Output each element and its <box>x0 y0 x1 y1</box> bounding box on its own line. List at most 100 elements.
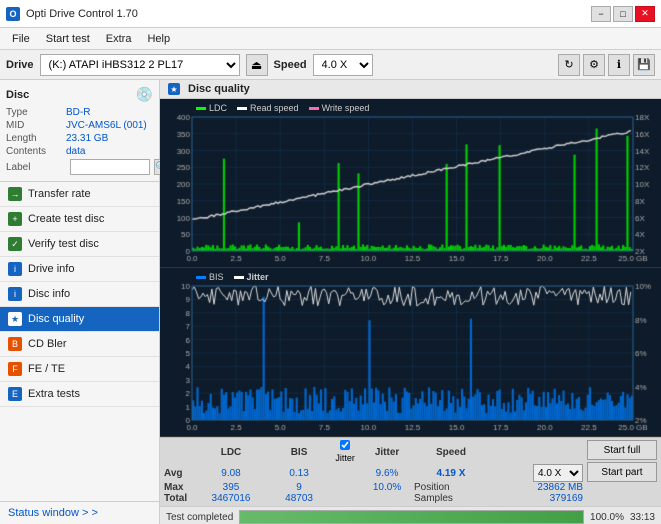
sidebar-item-disc-quality[interactable]: ★ Disc quality <box>0 307 159 332</box>
disc-contents-row: Contents data <box>6 146 153 157</box>
panel-header: ★ Disc quality <box>160 80 661 99</box>
bis-legend-label: BIS <box>209 272 224 282</box>
fe-te-icon: F <box>8 362 22 376</box>
start-full-button[interactable]: Start full <box>587 440 657 460</box>
stats-container: LDC BIS Jitter Jitter Speed Avg 9.08 0.1… <box>160 437 661 506</box>
content-area: ★ Disc quality LDC Read speed <box>160 80 661 524</box>
stats-total-bis: 48703 <box>268 493 330 504</box>
titlebar-controls: − □ ✕ <box>591 6 655 22</box>
disc-panel: Disc 💿 Type BD-R MID JVC-AMS6L (001) Len… <box>0 80 159 182</box>
start-buttons: Start full Start part <box>587 440 657 504</box>
drive-select[interactable]: (K:) ATAPI iHBS312 2 PL17 <box>40 54 240 76</box>
disc-quality-icon: ★ <box>8 312 22 326</box>
sidebar-item-cd-bler[interactable]: B CD Bler <box>0 332 159 357</box>
sidebar-item-create-test-disc-label: Create test disc <box>28 213 104 225</box>
stats-speed-col: Speed <box>414 440 488 464</box>
status-window-button[interactable]: Status window > > <box>0 501 159 524</box>
disc-type-row: Type BD-R <box>6 107 153 118</box>
ldc-chart-container: LDC Read speed Write speed <box>160 99 661 268</box>
disc-length-value: 23.31 GB <box>66 133 108 144</box>
menu-start-test[interactable]: Start test <box>38 31 98 47</box>
save-button[interactable]: 💾 <box>633 54 655 76</box>
progress-time: 33:13 <box>630 512 655 523</box>
maximize-button[interactable]: □ <box>613 6 633 22</box>
stats-max-jitter: 10.0% <box>360 482 414 493</box>
ldc-chart-canvas <box>160 99 661 267</box>
progress-bar-container: Test completed 100.0% 33:13 <box>160 506 661 524</box>
drive-icon-buttons: ↻ ⚙ ℹ 💾 <box>558 54 655 76</box>
disc-label-input[interactable] <box>70 159 150 175</box>
disc-mid-label: MID <box>6 120 66 131</box>
progress-percent: 100.0% <box>590 512 624 523</box>
sidebar-item-fe-te[interactable]: F FE / TE <box>0 357 159 382</box>
disc-icon: 💿 <box>136 86 153 103</box>
stats-position-label: Position <box>414 482 488 493</box>
read-legend-label: Read speed <box>250 103 299 113</box>
start-part-button[interactable]: Start part <box>587 462 657 482</box>
menu-file[interactable]: File <box>4 31 38 47</box>
menu-extra[interactable]: Extra <box>98 31 140 47</box>
drive-info-icon: i <box>8 262 22 276</box>
sidebar-item-extra-tests[interactable]: E Extra tests <box>0 382 159 407</box>
sidebar: Disc 💿 Type BD-R MID JVC-AMS6L (001) Len… <box>0 80 160 524</box>
extra-tests-icon: E <box>8 387 22 401</box>
verify-test-disc-icon: ✓ <box>8 237 22 251</box>
sidebar-item-cd-bler-label: CD Bler <box>28 338 67 350</box>
stats-avg-label: Avg <box>164 464 194 482</box>
titlebar-left: O Opti Drive Control 1.70 <box>6 7 138 21</box>
bis-legend: BIS Jitter <box>190 270 275 284</box>
stats-avg-bis: 0.13 <box>268 464 330 482</box>
sidebar-item-create-test-disc[interactable]: + Create test disc <box>0 207 159 232</box>
info-button[interactable]: ℹ <box>608 54 630 76</box>
disc-length-label: Length <box>6 133 66 144</box>
stats-total-ldc: 3467016 <box>194 493 268 504</box>
main-layout: Disc 💿 Type BD-R MID JVC-AMS6L (001) Len… <box>0 80 661 524</box>
app-icon: O <box>6 7 20 21</box>
disc-info: Type BD-R MID JVC-AMS6L (001) Length 23.… <box>6 107 153 175</box>
eject-button[interactable]: ⏏ <box>246 54 268 76</box>
refresh-button[interactable]: ↻ <box>558 54 580 76</box>
disc-contents-label: Contents <box>6 146 66 157</box>
stats-max-bis: 9 <box>268 482 330 493</box>
ldc-legend: LDC Read speed Write speed <box>190 101 375 115</box>
stats-avg-ldc: 9.08 <box>194 464 268 482</box>
disc-label-row: Label 🔍 <box>6 159 153 175</box>
sidebar-item-verify-test-disc-label: Verify test disc <box>28 238 99 250</box>
menu-help[interactable]: Help <box>139 31 178 47</box>
disc-title: Disc <box>6 89 29 101</box>
config-button[interactable]: ⚙ <box>583 54 605 76</box>
minimize-button[interactable]: − <box>591 6 611 22</box>
disc-header: Disc 💿 <box>6 86 153 103</box>
sidebar-item-drive-info-label: Drive info <box>28 263 74 275</box>
sidebar-item-transfer-rate[interactable]: → Transfer rate <box>0 182 159 207</box>
cd-bler-icon: B <box>8 337 22 351</box>
speed-select-stats[interactable]: 4.0 X <box>533 464 583 482</box>
stats-position-value: 23862 MB <box>488 482 583 493</box>
drive-label: Drive <box>6 59 34 71</box>
panel-title: Disc quality <box>188 83 250 95</box>
stats-bis-header: BIS <box>268 440 330 464</box>
sidebar-item-disc-info-label: Disc info <box>28 288 70 300</box>
speed-label: Speed <box>274 59 307 71</box>
jitter-check-label: Jitter <box>335 453 355 463</box>
sidebar-item-verify-test-disc[interactable]: ✓ Verify test disc <box>0 232 159 257</box>
stats-table: LDC BIS Jitter Jitter Speed Avg 9.08 0.1… <box>164 440 583 504</box>
sidebar-item-drive-info[interactable]: i Drive info <box>0 257 159 282</box>
sidebar-item-disc-info[interactable]: i Disc info <box>0 282 159 307</box>
stats-total-label: Total <box>164 493 194 504</box>
create-test-disc-icon: + <box>8 212 22 226</box>
drivebar: Drive (K:) ATAPI iHBS312 2 PL17 ⏏ Speed … <box>0 50 661 80</box>
progress-status: Test completed <box>166 512 233 523</box>
titlebar: O Opti Drive Control 1.70 − □ ✕ <box>0 0 661 28</box>
speed-select[interactable]: 4.0 X <box>313 54 373 76</box>
sidebar-item-transfer-rate-label: Transfer rate <box>28 188 91 200</box>
jitter-checkbox[interactable] <box>340 440 350 450</box>
stats-samples-value: 379169 <box>488 493 583 504</box>
disc-contents-value: data <box>66 146 85 157</box>
disc-type-value: BD-R <box>66 107 90 118</box>
close-button[interactable]: ✕ <box>635 6 655 22</box>
sidebar-item-extra-tests-label: Extra tests <box>28 388 80 400</box>
ldc-legend-label: LDC <box>209 103 227 113</box>
sidebar-item-fe-te-label: FE / TE <box>28 363 65 375</box>
stats-speed-value: 4.19 X <box>414 464 488 482</box>
